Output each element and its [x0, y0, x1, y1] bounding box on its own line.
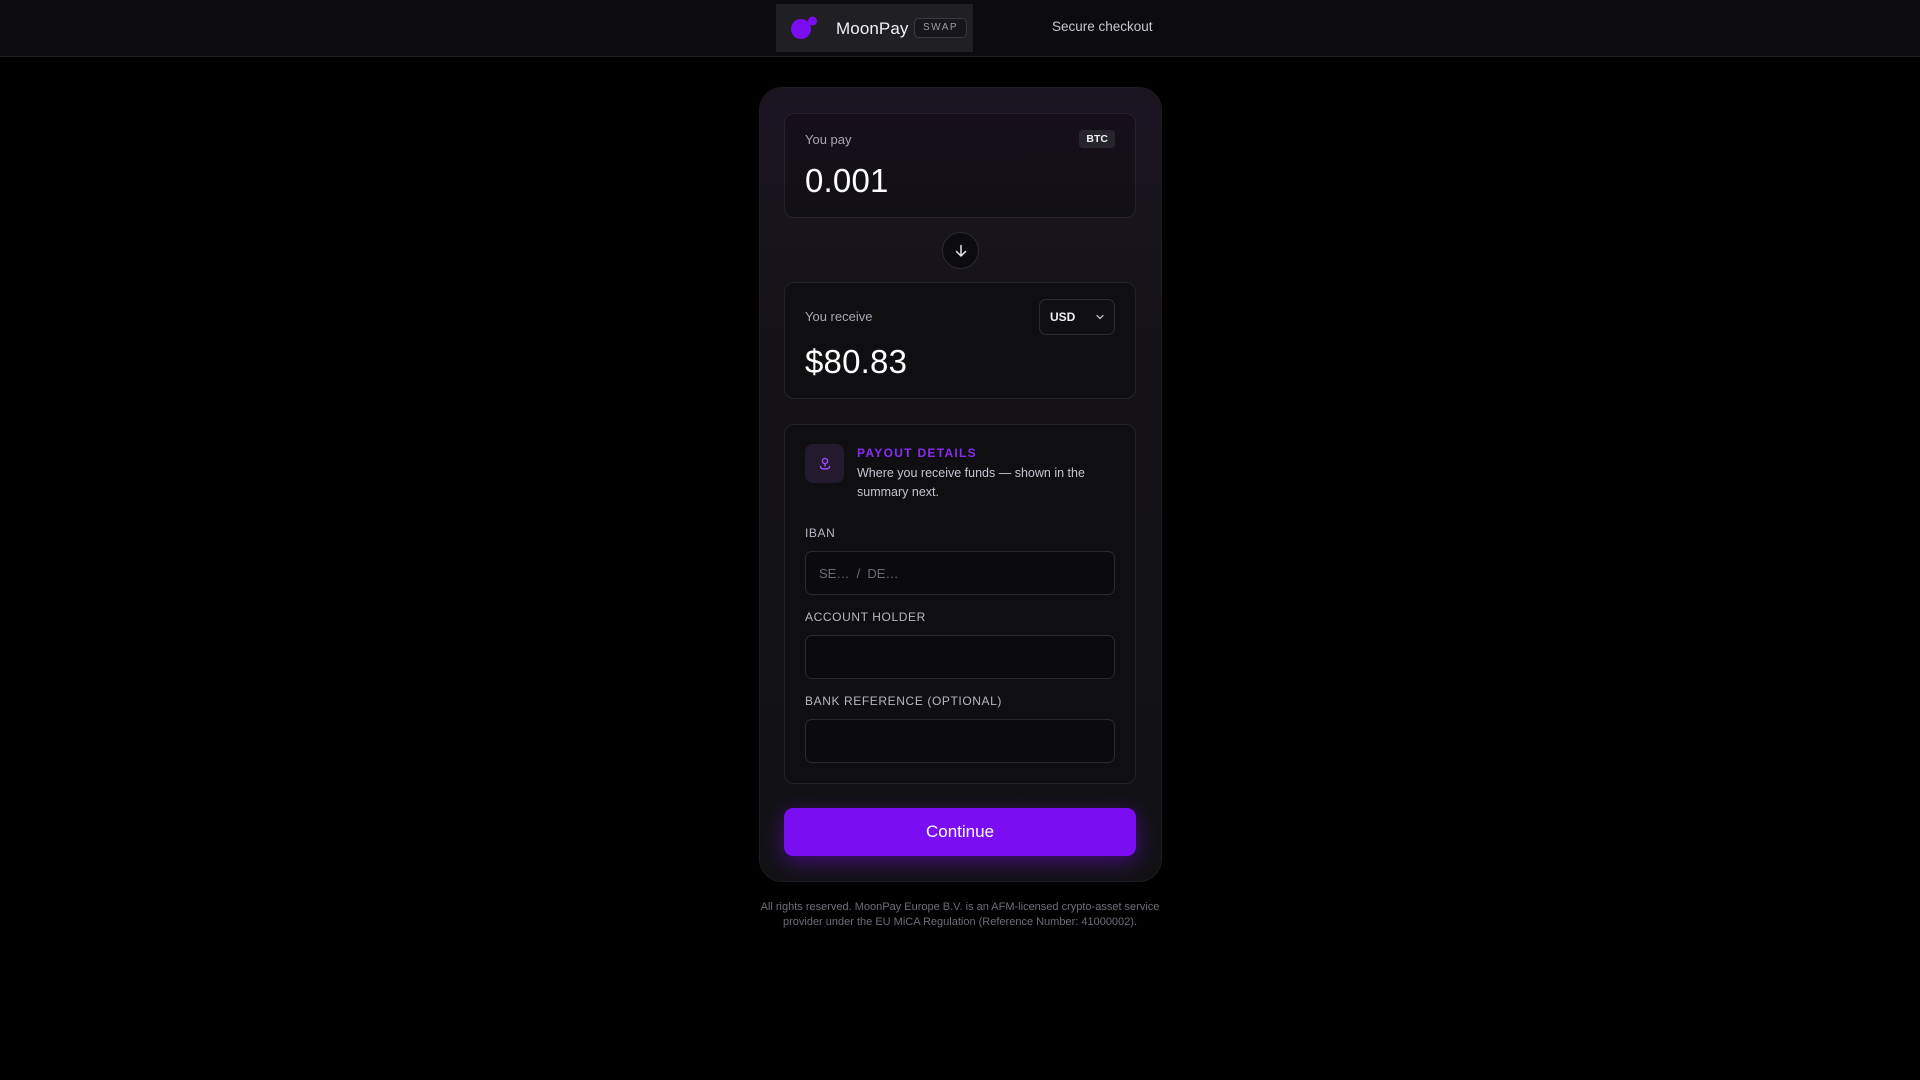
payout-description: Where you receive funds — shown in the s… [857, 466, 1085, 499]
receive-panel: You receive USD $80.83 [784, 282, 1136, 399]
bank-reference-input[interactable] [805, 719, 1115, 763]
receive-amount: $80.83 [805, 343, 908, 380]
account-holder-input[interactable] [805, 635, 1115, 679]
account-holder-label: ACCOUNT HOLDER [805, 610, 926, 624]
iban-input[interactable] [805, 551, 1115, 595]
receive-currency-select[interactable]: USD [1039, 299, 1115, 335]
iban-label: IBAN [805, 526, 836, 540]
bank-pin-icon [819, 457, 830, 470]
receive-currency-value: USD [1050, 310, 1076, 324]
brand-name: MoonPay [836, 19, 909, 38]
payout-title: PAYOUT DETAILS [857, 446, 977, 460]
moonpay-logo-icon [791, 16, 817, 39]
pay-currency-badge: BTC [1079, 130, 1115, 148]
swap-card: You pay BTC 0.001 You receive USD $80.83… [760, 88, 1161, 881]
continue-button[interactable]: Continue [784, 808, 1136, 856]
payout-details-panel: PAYOUT DETAILS Where you receive funds —… [784, 424, 1136, 784]
receive-label: You receive [805, 309, 873, 324]
arrow-down-icon [955, 244, 966, 257]
brand-logo-link[interactable]: MoonPay SWAP [776, 4, 973, 52]
chevron-down-icon [1096, 314, 1104, 320]
legal-footer: All rights reserved. MoonPay Europe B.V.… [760, 901, 1160, 928]
pay-label: You pay [805, 132, 852, 147]
pay-amount[interactable]: 0.001 [805, 162, 889, 200]
top-bar: MoonPay SWAP Secure checkout [0, 0, 1920, 57]
payout-icon-tile [805, 444, 844, 483]
bank-reference-label: BANK REFERENCE (OPTIONAL) [805, 694, 1003, 708]
brand-badge: SWAP [914, 18, 968, 38]
pay-panel: You pay BTC 0.001 [784, 113, 1136, 218]
secure-checkout-text: Secure checkout [1052, 19, 1153, 34]
swap-direction-button[interactable] [942, 232, 979, 269]
